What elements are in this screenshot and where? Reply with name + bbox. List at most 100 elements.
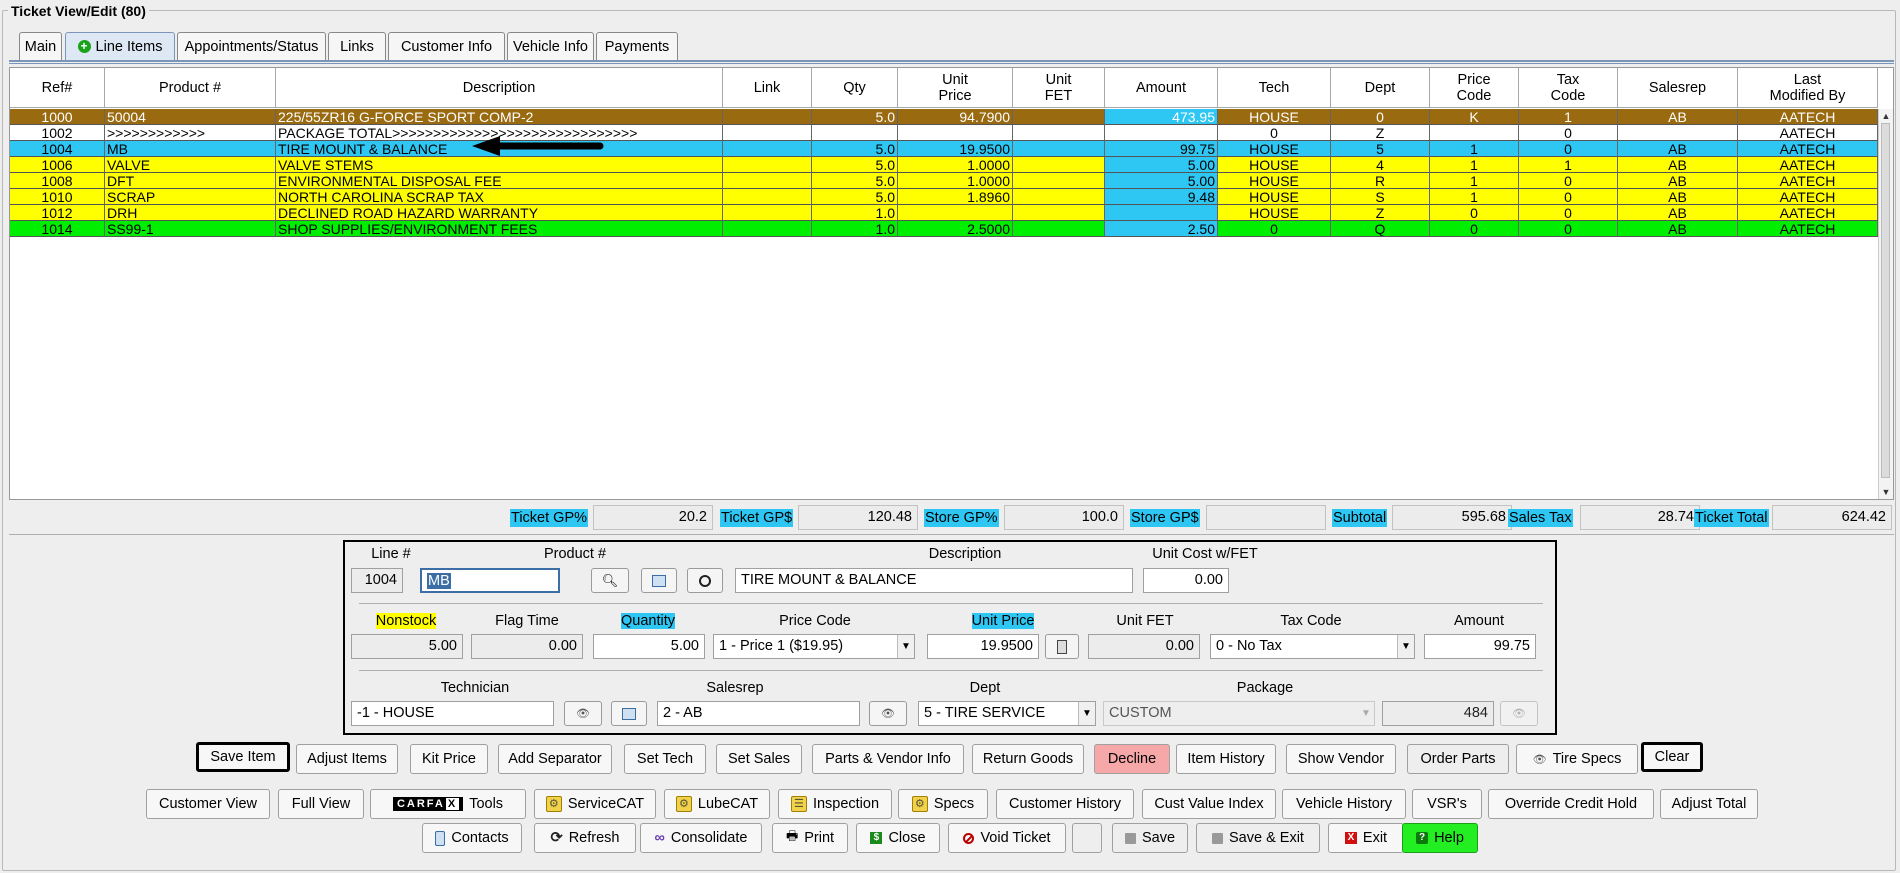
tire-specs-button[interactable]: 👁︎ Tire Specs (1516, 744, 1638, 774)
product-number-input[interactable]: MB (420, 568, 560, 593)
unit-cost-input[interactable]: 0.00 (1143, 568, 1229, 593)
price-code-select[interactable]: 1 - Price 1 ($19.95) ▼ (713, 634, 915, 659)
table-row[interactable]: 1008 DFT ENVIRONMENTAL DISPOSAL FEE 5.0 1.00… (10, 173, 1878, 189)
save-button[interactable]: Save (1112, 823, 1188, 853)
table-row[interactable]: 1010 SCRAP NORTH CAROLINA SCRAP TAX 5.0 1.89… (10, 189, 1878, 205)
unit-price-header[interactable]: Unit Price (898, 68, 1013, 108)
tab-payments[interactable]: Payments (596, 32, 678, 60)
amount-label: Amount (1454, 613, 1504, 629)
set-tech-button[interactable]: Set Tech (624, 744, 706, 774)
tax-code-header[interactable]: Tax Code (1519, 68, 1618, 108)
tab-line-items[interactable]: + Line Items (65, 32, 175, 60)
unit-fet-header[interactable]: Unit FET (1013, 68, 1105, 108)
table-cell-tech: HOUSE (1218, 109, 1331, 125)
exit-button[interactable]: X Exit (1328, 823, 1404, 853)
grid-vertical-scrollbar[interactable]: ▲ ▼ (1878, 109, 1893, 499)
cust-value-index-button[interactable]: Cust Value Index (1142, 789, 1276, 819)
table-row[interactable]: 1004 MB TIRE MOUNT & BALANCE 5.0 19.9500 99.7… (10, 141, 1878, 157)
servicecat-button[interactable]: ⚙ ServiceCAT (534, 789, 656, 819)
blank-button[interactable] (1072, 823, 1102, 853)
product-lookup-button[interactable] (641, 568, 677, 593)
kit-price-button[interactable]: Kit Price (410, 744, 488, 774)
unit-price-input[interactable]: 19.9500 (927, 634, 1039, 659)
table-row[interactable]: 1012 DRH DECLINED ROAD HAZARD WARRANTY 1.0 H… (10, 205, 1878, 221)
tools-button[interactable]: CARFA X Tools (370, 789, 526, 819)
table-row[interactable]: 1006 VALVE VALVE STEMS 5.0 1.0000 5.00 HOUSE 4 1… (10, 157, 1878, 173)
product-header[interactable]: Product # (105, 68, 276, 108)
product-search-button[interactable]: 🔍︎ (591, 568, 629, 593)
tech-header[interactable]: Tech (1218, 68, 1331, 108)
show-vendor-button[interactable]: Show Vendor (1286, 744, 1396, 774)
section-divider (9, 534, 1894, 536)
product-history-button[interactable] (687, 568, 723, 593)
package-lookup-button[interactable]: 👁︎ (1500, 701, 1538, 726)
nonstock-label: Nonstock (351, 613, 461, 629)
tab-vehicle-info[interactable]: Vehicle Info (507, 32, 594, 60)
save-exit-button[interactable]: Save & Exit (1196, 823, 1320, 853)
override-credit-hold-button[interactable]: Override Credit Hold (1488, 789, 1654, 819)
help-button[interactable]: ? Help (1402, 823, 1478, 853)
dept-header[interactable]: Dept (1331, 68, 1430, 108)
totals-bar: Ticket GP% 20.2 Ticket GP$ 120.48 Store … (9, 502, 1894, 532)
save-item-button[interactable]: Save Item (196, 742, 290, 772)
vehicle-history-button[interactable]: Vehicle History (1282, 789, 1406, 819)
clear-button[interactable]: Clear (1641, 742, 1703, 772)
add-separator-button[interactable]: Add Separator (498, 744, 612, 774)
customer-view-button[interactable]: Customer View (146, 789, 270, 819)
order-parts-button[interactable]: Order Parts (1407, 744, 1509, 774)
quantity-input[interactable]: 5.00 (593, 634, 705, 659)
price-calculator-button[interactable] (1045, 634, 1079, 659)
decline-button[interactable]: Decline (1094, 744, 1170, 774)
salesrep-lookup-button[interactable]: 👁︎ (869, 701, 907, 726)
tab-links[interactable]: Links (328, 32, 386, 60)
salesrep-header[interactable]: Salesrep (1618, 68, 1738, 108)
tab-main[interactable]: Main (19, 32, 62, 60)
technician-lookup-button[interactable]: 👁︎ (564, 701, 602, 726)
scroll-down-icon[interactable]: ▼ (1880, 486, 1892, 498)
print-button[interactable]: 🖶︎ Print (772, 823, 848, 853)
customer-history-button[interactable]: Customer History (996, 789, 1134, 819)
adjust-total-button[interactable]: Adjust Total (1660, 789, 1758, 819)
consolidate-button[interactable]: ∞ Consolidate (640, 823, 762, 853)
table-row[interactable]: 1000 50004 225/55ZR16 G-FORCE SPORT COMP-2… (10, 109, 1878, 125)
amount-header[interactable]: Amount (1105, 68, 1218, 108)
last-modified-header[interactable]: Last Modified By (1738, 68, 1878, 108)
tab-label: Main (24, 38, 57, 55)
close-button[interactable]: $ Close (856, 823, 940, 853)
salesrep-input[interactable]: 2 - AB (657, 701, 860, 726)
quantity-label-text: Quantity (621, 613, 675, 629)
scroll-up-icon[interactable]: ▲ (1880, 110, 1892, 122)
inspection-button[interactable]: ☰ Inspection (778, 789, 892, 819)
table-cell-desc: VALVE STEMS (276, 157, 723, 173)
scroll-thumb[interactable] (1881, 123, 1890, 478)
tab-customer-info[interactable]: Customer Info (388, 32, 505, 60)
parts-vendor-info-button[interactable]: Parts & Vendor Info (812, 744, 964, 774)
qty-header[interactable]: Qty (812, 68, 898, 108)
item-history-button[interactable]: Item History (1176, 744, 1276, 774)
return-goods-button[interactable]: Return Goods (972, 744, 1084, 774)
link-header[interactable]: Link (723, 68, 812, 108)
set-sales-button[interactable]: Set Sales (716, 744, 802, 774)
technician-input[interactable]: -1 - HOUSE (351, 701, 554, 726)
tab-label: Line Items (95, 38, 163, 55)
amount-input[interactable]: 99.75 (1424, 634, 1536, 659)
price-code-header[interactable]: Price Code (1430, 68, 1519, 108)
table-row[interactable]: 1014 SS99-1 SHOP SUPPLIES/ENVIRONMENT FEES… (10, 221, 1878, 237)
technician-catalog-button[interactable] (611, 701, 647, 726)
line-items-grid[interactable]: ▲ ▼ Ref# Product # Description Link Qty Unit … (9, 67, 1894, 500)
description-header[interactable]: Description (276, 68, 723, 108)
vsrs-button[interactable]: VSR's (1412, 789, 1482, 819)
lubecat-button[interactable]: ⚙ LubeCAT (664, 789, 770, 819)
specs-button[interactable]: ⚙ Specs (898, 789, 988, 819)
full-view-button[interactable]: Full View (278, 789, 364, 819)
refresh-button[interactable]: ⟳ Refresh (534, 823, 636, 853)
ref-header[interactable]: Ref# (10, 68, 105, 108)
description-input[interactable]: TIRE MOUNT & BALANCE (735, 568, 1133, 593)
dept-select[interactable]: 5 - TIRE SERVICE ▼ (918, 701, 1096, 726)
contacts-button[interactable]: Contacts (422, 823, 522, 853)
adjust-items-button[interactable]: Adjust Items (296, 744, 398, 774)
void-ticket-button[interactable]: Void Ticket (948, 823, 1066, 853)
table-row[interactable]: 1002 >>>>>>>>>>>> PACKAGE TOTAL>>>>>>>>>>>… (10, 125, 1878, 141)
tax-code-select[interactable]: 0 - No Tax ▼ (1210, 634, 1415, 659)
tab-appointments-status[interactable]: Appointments/Status (177, 32, 326, 60)
